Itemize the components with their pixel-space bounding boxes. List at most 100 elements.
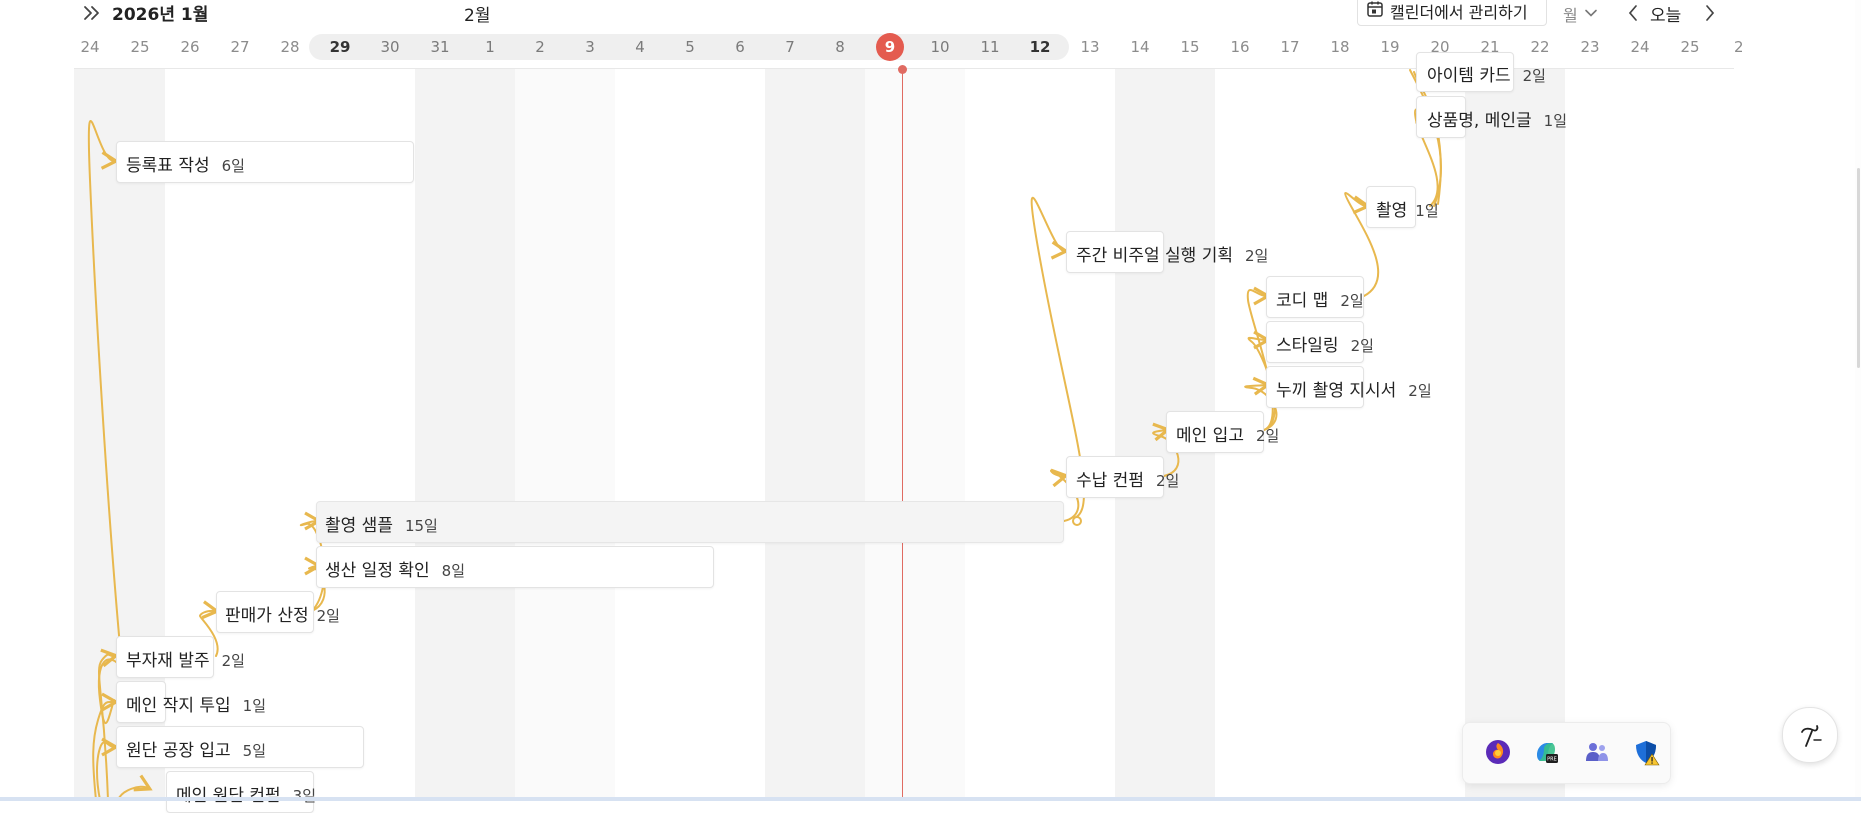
day-cell[interactable]: 3 [575,34,605,60]
today-marker [898,65,907,74]
task-bar[interactable]: 촬영 1일 [1366,186,1439,228]
gantt-timeline-view: 2026년 1월 2월 캘린더에서 관리하기 월 오늘 24 25 26 27 … [0,0,1861,813]
day-cell[interactable]: 24 [75,34,105,60]
day-cell[interactable]: 27 [225,34,255,60]
calendar-icon [1366,0,1384,22]
day-cell[interactable]: 14 [1125,34,1155,60]
day-cell[interactable]: 18 [1325,34,1355,60]
day-cell[interactable]: 25 [125,34,155,60]
task-bar[interactable]: 등록표 작성 6일 [116,141,414,183]
task-bar[interactable]: 누끼 촬영 지시서 2일 [1266,366,1432,408]
task-name: 원단 공장 입고 5일 [126,741,266,761]
svg-text:PRE: PRE [1547,757,1557,763]
chevron-right-icon[interactable] [1700,2,1720,24]
task-bar-selected[interactable]: 촬영 샘플 15일 [316,501,1064,543]
task-name: 등록표 작성 6일 [126,156,245,176]
task-bar[interactable]: 메인 작지 투입 1일 [116,681,266,723]
day-cell[interactable]: 17 [1275,34,1305,60]
day-cell[interactable]: 8 [825,34,855,60]
task-name: 코디 맵 2일 [1276,291,1364,311]
day-cell[interactable]: 31 [425,34,455,60]
task-name: 촬영 샘플 15일 [325,516,438,536]
task-duration: 1일 [1415,202,1439,220]
weekend-column [415,69,515,801]
chevron-left-icon[interactable] [1623,2,1643,24]
task-duration: 2일 [1522,67,1546,85]
task-duration: 15일 [404,517,438,535]
view-mode-select[interactable]: 월 [1563,2,1598,26]
taskbar-dock: PRE [1462,722,1671,784]
pen-sparkle-icon[interactable] [1782,707,1838,763]
task-name: 메인 입고 2일 [1176,426,1280,446]
day-cell[interactable]: 1 [475,34,505,60]
task-bar[interactable]: 생산 일정 확인 8일 [316,546,714,588]
day-cell[interactable]: 5 [675,34,705,60]
today-button[interactable]: 오늘 [1650,1,1681,26]
day-cell[interactable]: 7 [775,34,805,60]
task-duration: 1일 [242,697,266,715]
task-duration: 2일 [1350,337,1374,355]
microsoft-copilot-icon[interactable]: PRE [1531,737,1561,767]
day-cell[interactable]: 22 [1525,34,1555,60]
day-cell[interactable]: 26 [175,34,205,60]
day-cell[interactable]: 19 [1375,34,1405,60]
day-cell[interactable]: 16 [1225,34,1255,60]
task-bar[interactable]: 메인 원단 컨펌 3일 [166,771,316,813]
defender-warning-icon[interactable] [1631,737,1661,767]
task-duration: 2일 [1408,382,1432,400]
day-cell[interactable]: 6 [725,34,755,60]
day-cell-range-end[interactable]: 12 [1025,34,1055,60]
task-name: 생산 일정 확인 8일 [325,561,465,581]
day-cell[interactable]: 2 [1734,34,1742,60]
day-cell[interactable]: 30 [375,34,405,60]
task-bar[interactable]: 스타일링 2일 [1266,321,1374,363]
day-cell-today[interactable]: 9 [876,33,904,61]
task-duration: 2일 [316,607,340,625]
task-bar[interactable]: 메인 입고 2일 [1166,411,1279,453]
task-duration: 2일 [1255,427,1280,445]
day-cell[interactable]: 13 [1075,34,1105,60]
day-cell[interactable]: 15 [1175,34,1205,60]
vertical-scrollbar[interactable] [1855,0,1861,801]
weekend-column [1465,69,1565,801]
weekday-column [865,69,965,801]
manage-in-calendar-button[interactable]: 캘린더에서 관리하기 [1357,0,1547,26]
day-cell[interactable]: 4 [625,34,655,60]
task-bar[interactable]: 원단 공장 입고 5일 [116,726,364,768]
day-cell-range-start[interactable]: 29 [325,34,355,60]
day-cell[interactable]: 2 [525,34,555,60]
weekend-column [765,69,865,801]
task-duration: 3일 [292,787,316,805]
task-name: 촬영 1일 [1376,201,1439,221]
task-name: 판매가 산정 2일 [225,606,340,626]
task-duration: 2일 [1340,292,1364,310]
teams-icon[interactable] [1581,737,1611,767]
manage-in-calendar-label: 캘린더에서 관리하기 [1390,3,1528,22]
double-chevron-right-icon[interactable] [80,1,104,25]
view-mode-label: 월 [1563,6,1578,25]
task-name: 누끼 촬영 지시서 2일 [1276,381,1432,401]
task-bar[interactable]: 판매가 산정 2일 [216,591,340,633]
task-bar[interactable]: 수납 컨펌 2일 [1066,456,1179,498]
task-bar[interactable]: 아이템 카드 2일 [1416,52,1546,92]
chevron-down-icon [1584,5,1598,24]
month-label-current: 2026년 1월 [112,5,209,25]
day-cell[interactable]: 28 [275,34,305,60]
day-cell[interactable]: 10 [925,34,955,60]
day-cell[interactable]: 24 [1625,34,1655,60]
task-bar[interactable]: 부자재 발주 2일 [116,636,245,678]
task-bar[interactable]: 코디 맵 2일 [1266,276,1364,318]
day-cell[interactable]: 25 [1675,34,1705,60]
task-duration: 2일 [1244,247,1269,265]
day-cell[interactable]: 11 [975,34,1005,60]
task-duration: 2일 [221,652,245,670]
scrollbar-thumb[interactable] [1857,168,1860,368]
firefox-icon[interactable] [1483,737,1513,767]
task-bar[interactable]: 상품명, 메인글 1일 [1416,96,1567,138]
task-name: 메인 작지 투입 1일 [126,696,266,716]
task-bar[interactable]: 주간 비주얼 실행 기획 2일 [1066,231,1268,273]
weekday-column [515,69,615,801]
day-cell[interactable]: 23 [1575,34,1605,60]
task-name: 수납 컨펌 2일 [1076,471,1180,491]
task-duration: 2일 [1155,472,1180,490]
